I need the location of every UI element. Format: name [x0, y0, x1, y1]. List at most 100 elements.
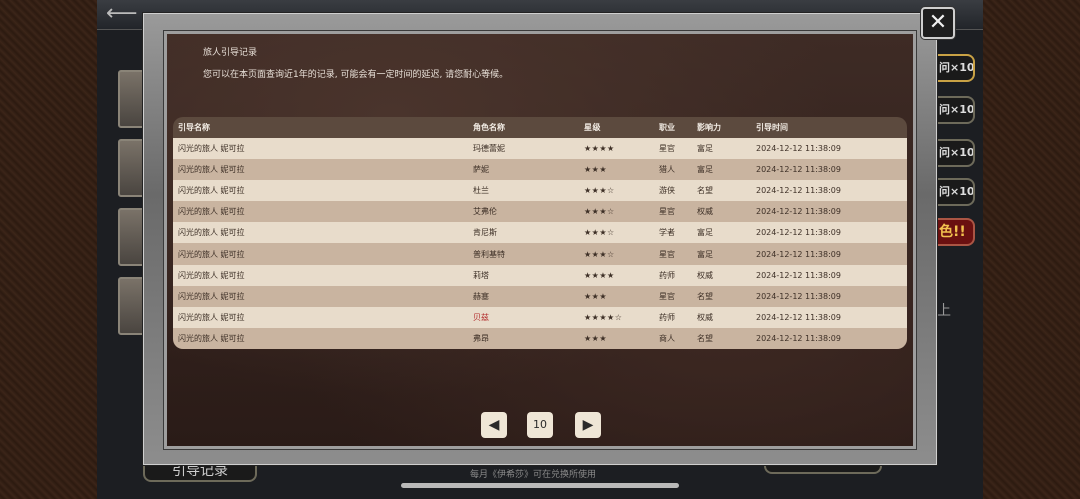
leather-edge-left — [0, 0, 97, 499]
chevron-left-icon: ◀ — [488, 417, 500, 433]
thumbnail — [118, 139, 146, 197]
cell-star-level: ★★★★☆ — [584, 312, 623, 322]
header-influence: 影响力 — [697, 123, 721, 132]
table-row: 闪光的旅人 妮可拉 莉塔 ★★★★ 药师 权威 2024-12-12 11:38:09 — [173, 264, 907, 286]
cell-star-level: ★★★☆ — [584, 249, 615, 259]
cell-star-level: ★★★☆ — [584, 207, 615, 217]
cell-guide-name: 闪光的旅人 妮可拉 — [178, 228, 245, 238]
cell-influence: 富足 — [697, 249, 713, 259]
cell-guide-time: 2024-12-12 11:38:09 — [756, 312, 841, 322]
cell-influence: 富足 — [697, 144, 713, 154]
table-body: 闪光的旅人 妮可拉 玛德蕾妮 ★★★★ 星官 富足 2024-12-12 11:38:09… — [173, 138, 907, 349]
cell-guide-name: 闪光的旅人 妮可拉 — [178, 207, 245, 217]
background-side-button: 问×10 — [937, 139, 975, 167]
cell-job: 星官 — [659, 291, 675, 301]
cell-guide-name: 闪光的旅人 妮可拉 — [178, 249, 245, 259]
next-page-button[interactable]: ▶ — [575, 412, 601, 438]
thumbnail — [118, 208, 146, 266]
table-row: 闪光的旅人 妮可拉 普利基特 ★★★☆ 星官 富足 2024-12-12 11:38:09 — [173, 243, 907, 265]
background-side-text: 上 — [937, 303, 951, 319]
cell-job: 学者 — [659, 228, 675, 238]
cell-job: 药师 — [659, 312, 675, 322]
header-guide-time: 引导时间 — [756, 123, 788, 132]
cell-influence: 名望 — [697, 291, 713, 301]
cell-star-level: ★★★ — [584, 291, 608, 301]
cell-influence: 富足 — [697, 165, 713, 175]
cell-guide-time: 2024-12-12 11:38:09 — [756, 270, 841, 280]
cell-character-name: 赫塞 — [473, 291, 489, 301]
cell-guide-time: 2024-12-12 11:38:09 — [756, 228, 841, 238]
background-side-button: 问×10 — [937, 178, 975, 206]
header-character-name: 角色名称 — [473, 123, 505, 132]
leather-edge-right — [983, 0, 1080, 499]
cell-job: 星官 — [659, 249, 675, 259]
table-row: 闪光的旅人 妮可拉 赫塞 ★★★ 星官 名望 2024-12-12 11:38:09 — [173, 285, 907, 307]
cell-influence: 权威 — [697, 270, 713, 280]
back-arrow-icon: ⟵ — [106, 1, 138, 26]
cell-character-name: 肯尼斯 — [473, 228, 497, 238]
cell-character-name: 普利基特 — [473, 249, 505, 259]
modal-title: 旅人引导记录 — [203, 48, 258, 58]
cell-guide-time: 2024-12-12 11:38:09 — [756, 144, 841, 154]
cell-star-level: ★★★★ — [584, 270, 615, 280]
cell-guide-time: 2024-12-12 11:38:09 — [756, 165, 841, 175]
cell-job: 星官 — [659, 144, 675, 154]
cell-job: 猎人 — [659, 165, 675, 175]
header-star-level: 星级 — [584, 123, 601, 132]
cell-character-name: 萨妮 — [473, 165, 489, 175]
cell-guide-time: 2024-12-12 11:38:09 — [756, 207, 841, 217]
cell-guide-name: 闪光的旅人 妮可拉 — [178, 333, 245, 343]
cell-guide-name: 闪光的旅人 妮可拉 — [178, 291, 245, 301]
background-side-button: 问×10 — [937, 54, 975, 82]
cell-character-name: 杜兰 — [473, 186, 489, 196]
table-header: 引导名称 角色名称 星级 职业 影响力 引导时间 — [173, 117, 907, 138]
cell-guide-name: 闪光的旅人 妮可拉 — [178, 144, 245, 154]
thumbnail — [118, 70, 146, 128]
cell-job: 星官 — [659, 207, 675, 217]
cell-guide-time: 2024-12-12 11:38:09 — [756, 186, 841, 196]
cell-guide-name: 闪光的旅人 妮可拉 — [178, 270, 245, 280]
cell-star-level: ★★★☆ — [584, 228, 615, 238]
cell-star-level: ★★★☆ — [584, 186, 615, 196]
cell-guide-time: 2024-12-12 11:38:09 — [756, 249, 841, 259]
table-row: 闪光的旅人 妮可拉 玛德蕾妮 ★★★★ 星官 富足 2024-12-12 11:38:09 — [173, 138, 907, 160]
cell-character-name: 艾弗伦 — [473, 207, 497, 217]
chevron-right-icon: ▶ — [582, 417, 594, 433]
cell-character-name: 莉塔 — [473, 270, 489, 280]
cell-character-name: 玛德蕾妮 — [473, 144, 505, 154]
cell-influence: 权威 — [697, 207, 713, 217]
cell-star-level: ★★★ — [584, 333, 608, 343]
cell-character-name: 弗昂 — [473, 333, 489, 343]
cell-influence: 权威 — [697, 312, 713, 322]
cell-star-level: ★★★ — [584, 165, 608, 175]
background-side-button: 色!! — [937, 218, 975, 246]
table-row: 闪光的旅人 妮可拉 肯尼斯 ★★★☆ 学者 富足 2024-12-12 11:38:09 — [173, 222, 907, 244]
background-thumbnail-list — [118, 70, 146, 346]
cell-guide-time: 2024-12-12 11:38:09 — [756, 333, 841, 343]
cell-influence: 富足 — [697, 228, 713, 238]
cell-influence: 名望 — [697, 186, 713, 196]
cell-guide-name: 闪光的旅人 妮可拉 — [178, 165, 245, 175]
close-button[interactable]: ✕ — [921, 7, 955, 39]
cell-job: 商人 — [659, 333, 675, 343]
cell-character-name: 贝兹 — [473, 312, 489, 322]
table-row: 闪光的旅人 妮可拉 杜兰 ★★★☆ 游侠 名望 2024-12-12 11:38:09 — [173, 180, 907, 202]
cell-guide-name: 闪光的旅人 妮可拉 — [178, 312, 245, 322]
table-row: 闪光的旅人 妮可拉 贝兹 ★★★★☆ 药师 权威 2024-12-12 11:38:09 — [173, 306, 907, 328]
header-guide-name: 引导名称 — [178, 123, 210, 132]
home-indicator[interactable] — [401, 483, 679, 488]
header-job: 职业 — [659, 123, 675, 132]
thumbnail — [118, 277, 146, 335]
modal-subtitle: 您可以在本页面查询近1年的记录, 可能会有一定时间的延迟, 请您耐心等候。 — [203, 70, 509, 80]
prev-page-button[interactable]: ◀ — [481, 412, 507, 438]
background-bottom-text: 每月《伊希莎》可在兑换所使用 — [470, 470, 597, 480]
close-icon: ✕ — [928, 10, 948, 35]
cell-influence: 名望 — [697, 333, 713, 343]
cell-job: 药师 — [659, 270, 675, 280]
table-row: 闪光的旅人 妮可拉 弗昂 ★★★ 商人 名望 2024-12-12 11:38:09 — [173, 327, 907, 349]
background-side-button: 问×10 — [937, 96, 975, 124]
page-number: 10 — [527, 412, 553, 438]
cell-guide-time: 2024-12-12 11:38:09 — [756, 291, 841, 301]
cell-guide-name: 闪光的旅人 妮可拉 — [178, 186, 245, 196]
record-table: 引导名称 角色名称 星级 职业 影响力 引导时间 闪光的旅人 妮可拉 玛德蕾妮 ★★… — [173, 117, 907, 349]
